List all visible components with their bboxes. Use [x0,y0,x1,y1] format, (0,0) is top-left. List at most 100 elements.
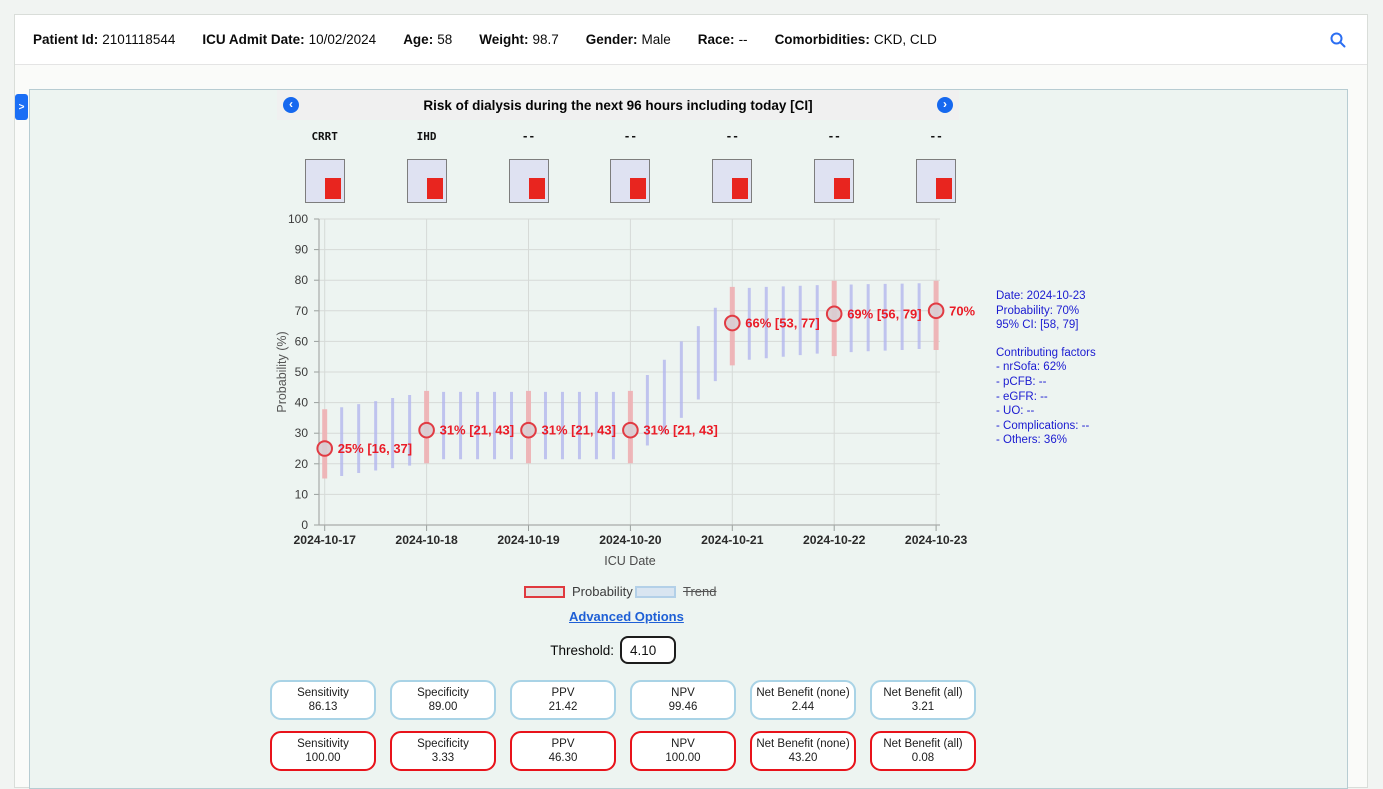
data-point-label: 25% [16, 37] [338,441,412,456]
threshold-label: Threshold: [477,643,614,658]
metric-card-primary: Net Benefit (all)3.21 [870,680,976,720]
metric-card-threshold: Net Benefit (none)43.20 [750,731,856,771]
app-container: Patient Id:2101118544ICU Admit Date:10/0… [14,14,1368,788]
sidebar-expand-tab[interactable]: > [15,94,28,120]
dialysis-type-label: -- [794,130,874,143]
probability-chart[interactable]: 01020304050607080901002024-10-172024-10-… [272,207,988,579]
annotation-gap [996,333,1096,346]
data-point[interactable] [929,304,944,319]
data-point-label: 31% [21, 43] [643,423,717,438]
patient-field: Age: 58 [403,32,452,47]
next-day-button[interactable]: › [937,97,953,113]
gridlines: 01020304050607080901002024-10-172024-10-… [288,212,968,547]
point-annotation: Date: 2024-10-23Probability: 70%95% CI: … [996,289,1096,448]
metric-value: 46.30 [549,751,578,765]
dialysis-type-label: -- [692,130,772,143]
red-fill-indicator [630,178,646,199]
y-tick-label: 50 [295,365,309,379]
data-point[interactable] [521,423,536,438]
metric-value: 3.33 [432,751,454,765]
data-point[interactable] [419,423,434,438]
patient-field-value: -- [739,32,748,47]
advanced-options-link[interactable]: Advanced Options [569,609,684,624]
patient-field-label: Gender: [586,32,638,47]
dialysis-type-icon [916,159,956,203]
patient-field: Weight:98.7 [479,32,559,47]
metric-value: 99.46 [669,700,698,714]
x-tick-label: 2024-10-21 [701,533,764,547]
x-tick-label: 2024-10-19 [497,533,560,547]
metric-label: Net Benefit (none) [756,737,849,751]
patient-field-value: 2101118544 [102,32,175,47]
dialysis-type-icon [610,159,650,203]
patient-field-value: CKD, CLD [874,32,937,47]
patient-field-label: ICU Admit Date: [202,32,304,47]
patient-field: Gender: Male [586,32,671,47]
metric-label: NPV [671,686,695,700]
data-point[interactable] [725,316,740,331]
y-tick-label: 20 [295,457,309,471]
chart-title-bar: ‹ Risk of dialysis during the next 96 ho… [277,90,959,120]
data-point[interactable] [623,423,638,438]
metric-card-primary: Net Benefit (none)2.44 [750,680,856,720]
metric-label: Net Benefit (none) [756,686,849,700]
annotation-line: Date: 2024-10-23 [996,289,1096,304]
patient-field-value: Male [642,32,671,47]
patient-info-row: Patient Id:2101118544ICU Admit Date:10/0… [33,32,964,47]
metric-card-threshold: Net Benefit (all)0.08 [870,731,976,771]
probability-swatch [524,586,565,598]
x-tick-label: 2024-10-22 [803,533,866,547]
legend-probability-label: Probability [572,584,633,599]
dialysis-type-label: -- [489,130,569,143]
y-axis-title: Probability (%) [275,331,289,412]
patient-field-label: Race: [698,32,735,47]
metric-value: 43.20 [789,751,818,765]
patient-field-label: Age: [403,32,433,47]
patient-field-value: 98.7 [532,32,558,47]
x-tick-label: 2024-10-20 [599,533,662,547]
y-tick-label: 90 [295,243,309,257]
dialysis-type-icon [814,159,854,203]
x-tick-label: 2024-10-17 [294,533,357,547]
metric-value: 100.00 [305,751,340,765]
metric-label: Net Benefit (all) [883,737,962,751]
dialysis-type-icon [305,159,345,203]
search-icon[interactable] [1329,31,1347,49]
metric-label: Sensitivity [297,686,349,700]
x-tick-label: 2024-10-23 [905,533,968,547]
dialysis-type-label: CRRT [285,130,365,143]
x-tick-label: 2024-10-18 [395,533,458,547]
metric-card-threshold: NPV100.00 [630,731,736,771]
annotation-line: - eGFR: -- [996,390,1096,405]
red-fill-indicator [427,178,443,199]
y-tick-label: 0 [301,518,308,532]
data-point[interactable] [827,307,842,322]
metric-value: 86.13 [309,700,338,714]
red-fill-indicator [529,178,545,199]
metric-label: Sensitivity [297,737,349,751]
red-fill-indicator [936,178,952,199]
metric-card-primary: Sensitivity86.13 [270,680,376,720]
legend-trend-label: Trend [683,584,716,599]
red-fill-indicator [732,178,748,199]
patient-field-label: Patient Id: [33,32,98,47]
patient-field: Comorbidities:CKD, CLD [775,32,937,47]
metric-label: PPV [551,686,574,700]
patient-field: Patient Id: 2101118544 [33,32,175,47]
legend-item-trend[interactable]: Trend [635,584,716,599]
annotation-line: Probability: 70% [996,304,1096,319]
annotation-line: Contributing factors [996,346,1096,361]
dialysis-type-label: -- [896,130,976,143]
legend-item-probability[interactable]: Probability [524,584,633,599]
metric-card-primary: Specificity89.00 [390,680,496,720]
prev-day-button[interactable]: ‹ [283,97,299,113]
dialysis-type-label: IHD [387,130,467,143]
annotation-line: - Others: 36% [996,433,1096,448]
patient-field-value: 58 [437,32,452,47]
chart-title: Risk of dialysis during the next 96 hour… [423,98,812,113]
threshold-input[interactable] [620,636,676,664]
data-point[interactable] [317,441,332,456]
y-tick-label: 40 [295,396,309,410]
metric-card-primary: PPV21.42 [510,680,616,720]
metric-label: Specificity [417,737,469,751]
